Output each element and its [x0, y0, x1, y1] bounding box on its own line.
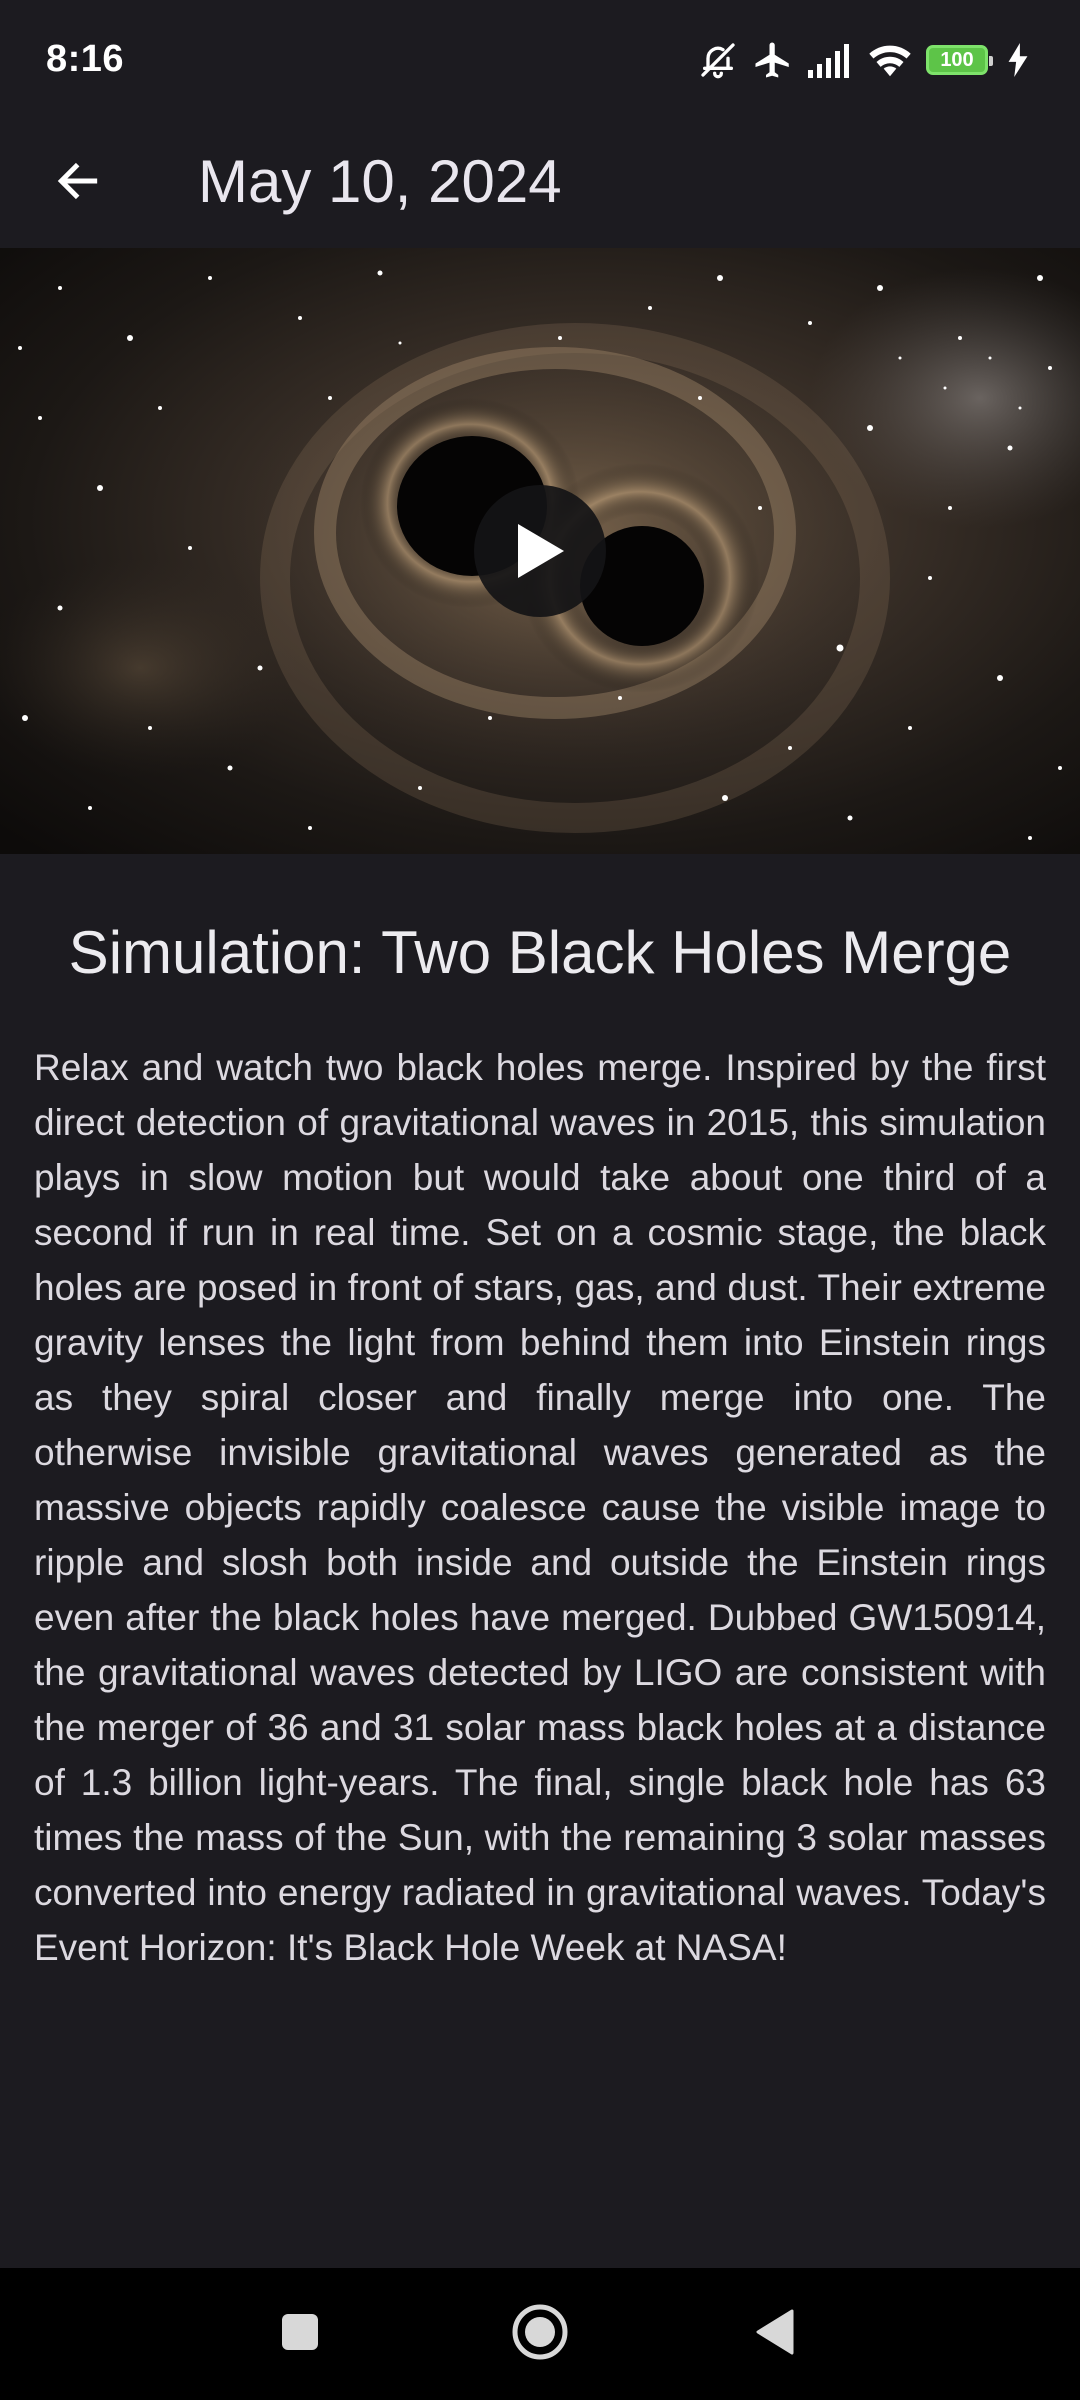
play-button[interactable]: [474, 485, 606, 617]
wifi-icon: [868, 42, 912, 78]
back-triangle-icon: [754, 2308, 796, 2361]
status-icons: 100: [698, 34, 1028, 86]
status-bar: 8:16 100: [0, 0, 1080, 120]
page-title: May 10, 2024: [198, 148, 562, 215]
battery-level: 100: [940, 48, 974, 71]
home-button[interactable]: [485, 2268, 595, 2400]
battery-icon: 100: [926, 45, 993, 75]
airplane-icon: [752, 39, 794, 81]
system-nav-bar: [0, 2268, 1080, 2400]
article-title: Simulation: Two Black Holes Merge: [68, 919, 1012, 986]
article-body: Relax and watch two black holes merge. I…: [34, 1047, 1046, 1968]
signal-icon: [808, 42, 854, 78]
play-icon: [512, 520, 568, 582]
charging-icon: [1008, 43, 1028, 77]
video-thumbnail[interactable]: [0, 248, 1080, 854]
system-back-button[interactable]: [725, 2268, 825, 2400]
recents-square-icon: [280, 2312, 320, 2357]
status-time: 8:16: [46, 38, 125, 80]
bell-off-icon: [698, 40, 738, 80]
arrow-left-icon: [53, 156, 103, 211]
app-bar: May 10, 2024: [0, 120, 1080, 246]
home-circle-icon: [511, 2303, 569, 2366]
back-button[interactable]: [40, 145, 116, 221]
recents-button[interactable]: [250, 2268, 350, 2400]
